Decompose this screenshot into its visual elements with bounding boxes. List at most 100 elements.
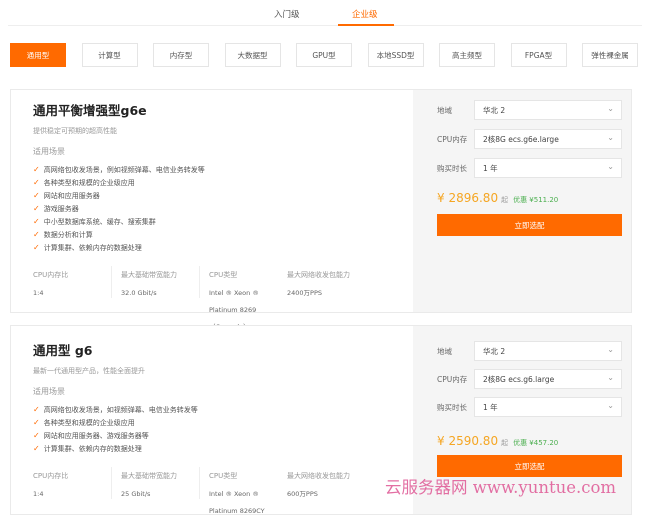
location-select[interactable]: 华北 2 ⌄ — [474, 100, 622, 120]
price: ¥ 2590.80 起优惠 ¥457.20 — [437, 434, 558, 448]
category-tab[interactable]: 高主频型 — [439, 43, 495, 67]
spec-value: 1:4 — [33, 289, 44, 297]
spec-divider — [111, 266, 112, 298]
check-icon: ✓ — [33, 165, 40, 174]
card-title: 通用型 g6 — [33, 343, 93, 358]
scenario-item: ✓ 网站和应用服务器、游戏服务器等 — [33, 429, 198, 442]
check-icon: ✓ — [33, 178, 40, 187]
scenario-text: 中小型数据库系统、缓存、搜索集群 — [43, 217, 156, 226]
tab-entry-level[interactable]: 入门级 — [274, 8, 300, 20]
scenario-text: 各种类型和规模的企业级应用 — [43, 178, 135, 187]
category-tab[interactable]: 内存型 — [153, 43, 209, 67]
scenario-text: 各种类型和规模的企业级应用 — [43, 418, 135, 427]
scenario-item: ✓ 中小型数据库系统、缓存、搜索集群 — [33, 215, 205, 228]
select-value: 1 年 — [483, 163, 498, 173]
scenario-text: 计算集群、依赖内存的数据处理 — [43, 243, 142, 252]
cpu-memory-label: CPU内存 — [437, 135, 468, 144]
scenario-text: 网站和应用服务器、游戏服务器等 — [43, 431, 149, 440]
check-icon: ✓ — [33, 405, 40, 414]
cpu-memory-label: CPU内存 — [437, 375, 468, 384]
configure-now-button[interactable]: 立即选配 — [437, 214, 622, 236]
duration-label: 购买时长 — [437, 164, 467, 173]
scenario-item: ✓ 网站和应用服务器 — [33, 189, 205, 202]
scenario-item: ✓ 各种类型和规模的企业级应用 — [33, 416, 198, 429]
spec-value: 600万PPS — [287, 490, 318, 498]
spec-divider — [199, 266, 200, 298]
check-icon: ✓ — [33, 243, 40, 252]
tab-divider — [8, 25, 642, 26]
category-tab[interactable]: 弹性裸金属 — [582, 43, 638, 67]
watermark: 云服务器网 www.yuntue.com — [385, 478, 617, 497]
duration-label: 购买时长 — [437, 403, 467, 412]
chevron-down-icon: ⌄ — [607, 401, 614, 410]
price-value: ¥ 2896.80 — [437, 191, 499, 205]
spec-label: CPU内存比 — [33, 472, 69, 480]
select-value: 1 年 — [483, 402, 498, 412]
scenario-list: ✓ 高网络包收发场景，如视频弹幕、电信业务转发等 ✓ 各种类型和规模的企业级应用 ✓ 网站… — [33, 403, 198, 455]
discount: 优惠 ¥457.20 — [513, 439, 559, 447]
price: ¥ 2896.80 起优惠 ¥511.20 — [437, 191, 558, 205]
spec-label: 最大网络收发包能力 — [287, 271, 350, 279]
location-select[interactable]: 华北 2 ⌄ — [474, 341, 622, 361]
scenario-item: ✓ 游戏服务器 — [33, 202, 205, 215]
check-icon: ✓ — [33, 191, 40, 200]
spec-label: 最大基础带宽能力 — [121, 271, 177, 279]
scenario-text: 高网络包收发场景，例如视频弹幕、电信业务转发等 — [43, 165, 205, 174]
chevron-down-icon: ⌄ — [607, 104, 614, 113]
spec-value: 1:4 — [33, 490, 44, 498]
scenario-item: ✓ 计算集群、依赖内存的数据处理 — [33, 241, 205, 254]
check-icon: ✓ — [33, 217, 40, 226]
spec-value: 2400万PPS — [287, 289, 323, 297]
check-icon: ✓ — [33, 230, 40, 239]
category-tab[interactable]: 通用型 — [10, 43, 66, 67]
price-suffix: 起 — [501, 439, 509, 447]
chevron-down-icon: ⌄ — [607, 373, 614, 382]
chevron-down-icon: ⌄ — [607, 162, 614, 171]
tab-enterprise-level[interactable]: 企业级 — [352, 8, 378, 20]
chevron-down-icon: ⌄ — [607, 133, 614, 142]
duration-select[interactable]: 1 年 ⌄ — [474, 158, 622, 178]
scenario-item: ✓ 高网络包收发场景，如视频弹幕、电信业务转发等 — [33, 403, 198, 416]
spec-label: 最大网络收发包能力 — [287, 472, 350, 480]
scenario-item: ✓ 高网络包收发场景，例如视频弹幕、电信业务转发等 — [33, 163, 205, 176]
spec-label: CPU类型 — [209, 271, 238, 279]
location-label: 地域 — [437, 106, 452, 115]
category-tab[interactable]: GPU型 — [296, 43, 352, 67]
spec-divider — [111, 467, 112, 499]
config-panel: 地域 华北 2 ⌄ CPU内存 2核8G ecs.g6e.large ⌄ 购买时长 1 年 ⌄ ¥… — [413, 90, 631, 312]
chevron-down-icon: ⌄ — [607, 345, 614, 354]
category-tab[interactable]: 本地SSD型 — [367, 43, 424, 67]
check-icon: ✓ — [33, 418, 40, 427]
select-value: 华北 2 — [483, 105, 506, 115]
scenarios-label: 适用场景 — [33, 147, 65, 156]
price-suffix: 起 — [501, 196, 509, 204]
category-tab[interactable]: 计算型 — [81, 43, 138, 67]
cpu-memory-select[interactable]: 2核8G ecs.g6e.large ⌄ — [474, 129, 622, 149]
spec-label: 最大基础带宽能力 — [121, 472, 177, 480]
spec-value: 32.0 Gbit/s — [121, 289, 157, 297]
scenario-text: 数据分析和计算 — [43, 230, 93, 239]
card-title: 通用平衡增强型g6e — [33, 103, 147, 118]
select-value: 2核8G ecs.g6.large — [483, 374, 555, 384]
price-value: ¥ 2590.80 — [437, 434, 499, 448]
active-tab-underline — [338, 24, 394, 26]
duration-select[interactable]: 1 年 ⌄ — [474, 397, 622, 417]
spec-label: CPU内存比 — [33, 271, 69, 279]
scenarios-label: 适用场景 — [33, 387, 65, 396]
scenario-item: ✓ 计算集群、依赖内存的数据处理 — [33, 442, 198, 455]
cpu-memory-select[interactable]: 2核8G ecs.g6.large ⌄ — [474, 369, 622, 389]
scenario-text: 游戏服务器 — [43, 204, 79, 213]
select-value: 2核8G ecs.g6e.large — [483, 134, 559, 144]
scenario-list: ✓ 高网络包收发场景，例如视频弹幕、电信业务转发等 ✓ 各种类型和规模的企业级应用 ✓ 网… — [33, 163, 205, 254]
card-subtitle: 最新一代通用型产品，性能全面提升 — [33, 367, 145, 375]
scenario-text: 计算集群、依赖内存的数据处理 — [43, 444, 142, 453]
card-subtitle: 提供稳定可预期的超高性能 — [33, 127, 117, 135]
category-tab[interactable]: FPGA型 — [510, 43, 567, 67]
spec-value: 25 Gbit/s — [121, 490, 151, 498]
spec-value: Intel ® Xeon ® Platinum 8269CY — [209, 490, 265, 515]
category-tab[interactable]: 大数据型 — [224, 43, 281, 67]
scenario-text: 高网络包收发场景，如视频弹幕、电信业务转发等 — [43, 405, 198, 414]
scenario-text: 网站和应用服务器 — [43, 191, 100, 200]
check-icon: ✓ — [33, 204, 40, 213]
scenario-item: ✓ 各种类型和规模的企业级应用 — [33, 176, 205, 189]
